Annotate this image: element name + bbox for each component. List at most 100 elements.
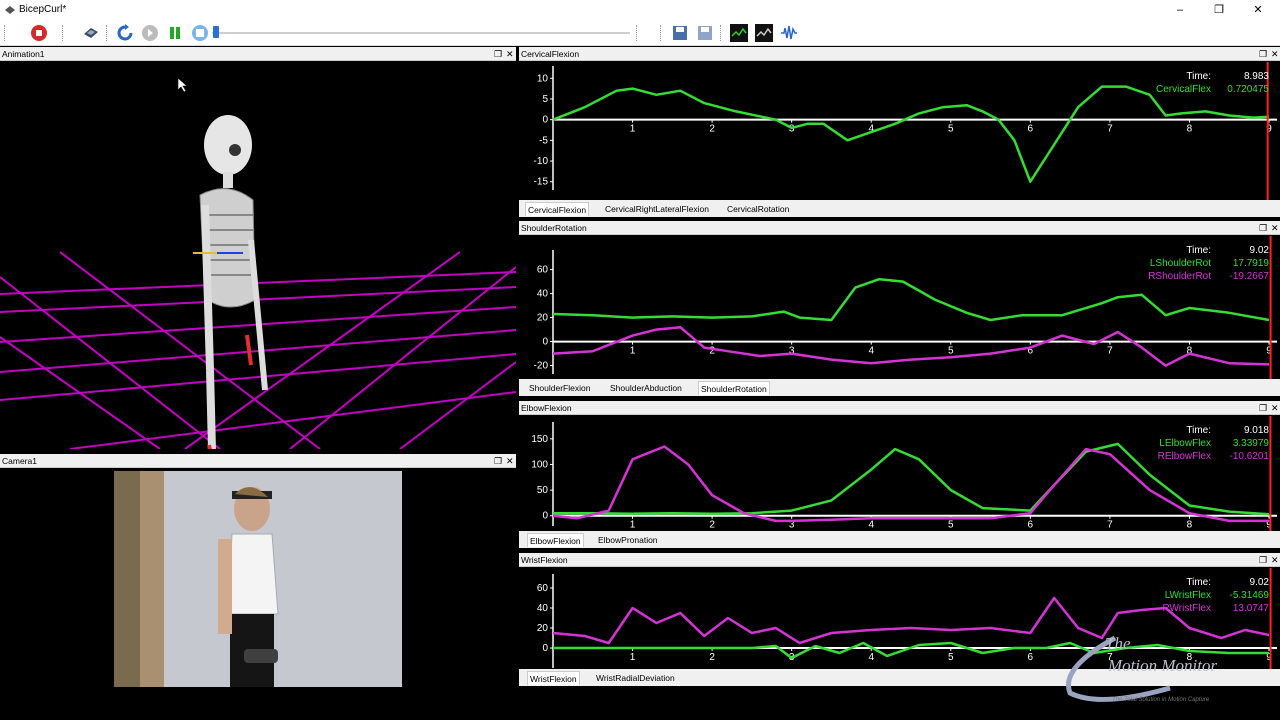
time-value: 8.983 (1244, 71, 1269, 82)
toolbar (0, 20, 1280, 46)
graph-add-icon[interactable] (755, 24, 773, 42)
tab-elbow-pronation[interactable]: ElbowPronation (596, 533, 660, 547)
settings-tool-icon[interactable] (82, 24, 100, 42)
cervical-chart[interactable]: 10 5 0 -5 -10 -15 1 2 3 4 5 6 7 8 9 Time: 8.983 CervicalF… (519, 62, 1280, 200)
timeline-track[interactable] (212, 32, 630, 34)
x-tick-label: 6 (1028, 520, 1034, 531)
toolbar-separator (660, 25, 661, 41)
legend-value: 0.720475 (1227, 84, 1269, 95)
y-tick-label: -20 (534, 361, 549, 372)
record-icon[interactable] (30, 24, 48, 42)
x-tick-label: 6 (1028, 124, 1034, 135)
legend-name: RShoulderRot (1148, 271, 1211, 282)
tab-cervical-flexion[interactable]: CervicalFlexion (525, 202, 590, 216)
close-panel-icon[interactable]: ✕ (506, 48, 514, 60)
legend-value: 13.0747 (1233, 603, 1270, 614)
tab-cervical-rotation[interactable]: CervicalRotation (725, 202, 791, 216)
x-tick-label: 2 (709, 520, 715, 531)
close-icon[interactable]: ✕ (1250, 2, 1266, 18)
x-tick-label: 7 (1107, 520, 1113, 531)
elbow-chart[interactable]: 150 100 50 0 1 2 3 4 5 6 7 8 9 Time: 9.018 LElbowFlex 3.… (519, 416, 1280, 531)
x-tick-label: 6 (1028, 652, 1034, 663)
float-window-icon[interactable]: ❐ (1259, 402, 1267, 414)
legend-name: RWristFlex (1162, 603, 1211, 614)
float-window-icon[interactable]: ❐ (1259, 554, 1267, 566)
x-tick-label: 2 (709, 124, 715, 135)
cervical-panel-title: CervicalFlexion (521, 49, 580, 59)
toolbar-separator (62, 25, 63, 41)
legend-name: LWristFlex (1165, 590, 1211, 601)
stop-icon[interactable] (191, 24, 209, 42)
save-as-icon[interactable] (696, 24, 714, 42)
x-tick-label: 5 (948, 520, 954, 531)
toolbar-separator (4, 25, 5, 41)
toolbar-separator (636, 25, 637, 41)
time-value: 9.02 (1250, 577, 1270, 588)
animation-panel-title: Animation1 (2, 49, 45, 59)
play-icon[interactable] (141, 24, 159, 42)
close-panel-icon[interactable]: ✕ (1271, 554, 1279, 566)
camera-panel-header: Camera1 ❐ ✕ (0, 454, 516, 468)
y-tick-label: -15 (534, 177, 549, 188)
x-tick-label: 1 (630, 652, 636, 663)
tab-wrist-flexion[interactable]: WristFlexion (527, 671, 580, 685)
minimize-icon[interactable]: – (1172, 2, 1188, 18)
x-tick-label: 4 (868, 346, 874, 357)
shoulder-panel-title: ShoulderRotation (521, 223, 587, 233)
tab-shoulder-abduction[interactable]: ShoulderAbduction (608, 381, 684, 395)
y-tick-label: -10 (534, 156, 549, 167)
shoulder-chart-svg: 6040200-201 2 3 4 5 6 7 8 9Time: 9.02LShoulderRot… (534, 236, 1277, 379)
legend-value: -10.6201 (1230, 451, 1270, 462)
wrist-panel-title: WristFlexion (521, 555, 568, 565)
x-tick-label: 1 (630, 520, 636, 531)
animation-viewport[interactable] (0, 62, 516, 449)
x-tick-label: 7 (1107, 346, 1113, 357)
animation-panel-header: Animation1 ❐ ✕ (0, 47, 516, 61)
elbow-chart-svg: 1501005001 2 3 4 5 6 7 8 9Time: 9.018LElbowFlex 3.… (531, 416, 1277, 531)
legend-name: CervicalFlex (1156, 84, 1211, 95)
shoulder-panel-header: ShoulderRotation ❐ ✕ (519, 221, 1280, 235)
graph-icon[interactable] (730, 24, 748, 42)
y-tick-label: 50 (537, 485, 549, 496)
tab-cervical-right-lateral-flexion[interactable]: CervicalRightLateralFlexion (603, 202, 711, 216)
time-label: Time: (1186, 71, 1211, 82)
float-window-icon[interactable]: ❐ (494, 48, 502, 60)
close-panel-icon[interactable]: ✕ (1271, 402, 1279, 414)
elbow-panel-header: ElbowFlexion ❐ ✕ (519, 401, 1280, 415)
waveform-icon[interactable] (780, 24, 798, 42)
tab-wrist-radial-deviation[interactable]: WristRadialDeviation (594, 671, 677, 685)
mouse-cursor-icon (178, 78, 188, 92)
close-panel-icon[interactable]: ✕ (506, 455, 514, 467)
float-window-icon[interactable]: ❐ (494, 455, 502, 467)
close-panel-icon[interactable]: ✕ (1271, 222, 1279, 234)
time-label: Time: (1186, 577, 1211, 588)
timeline-slider-thumb[interactable] (213, 26, 219, 38)
pause-icon[interactable] (166, 24, 184, 42)
y-tick-label: 20 (537, 623, 549, 634)
y-tick-label: 0 (542, 337, 548, 348)
watermark-line1: The (1105, 634, 1131, 653)
shoulder-chart[interactable]: 60 40 20 0 -20 1 2 3 4 5 6 7 8 9 Time: 9.02 LShoulderRot… (519, 236, 1280, 379)
x-tick-label: 5 (948, 346, 954, 357)
refresh-icon[interactable] (116, 24, 134, 42)
float-window-icon[interactable]: ❐ (1259, 222, 1267, 234)
y-tick-label: 0 (542, 643, 548, 654)
tab-shoulder-rotation[interactable]: ShoulderRotation (698, 381, 770, 395)
close-panel-icon[interactable]: ✕ (1271, 48, 1279, 60)
y-tick-label: -5 (539, 135, 548, 146)
y-tick-label: 20 (537, 313, 549, 324)
elbow-tabs: ElbowFlexion ElbowPronation (519, 531, 1280, 548)
title-bar: BicepCurl* – ❐ ✕ (0, 0, 1280, 20)
x-tick-label: 5 (948, 124, 954, 135)
restore-icon[interactable]: ❐ (1211, 2, 1227, 18)
tab-elbow-flexion[interactable]: ElbowFlexion (527, 533, 584, 547)
save-icon[interactable] (671, 24, 689, 42)
float-window-icon[interactable]: ❐ (1259, 48, 1267, 60)
camera-frame (114, 471, 402, 687)
x-tick-label: 8 (1187, 124, 1193, 135)
tab-shoulder-flexion[interactable]: ShoulderFlexion (527, 381, 592, 395)
legend-name: RElbowFlex (1158, 451, 1211, 462)
series-line-CervicalFlex (552, 85, 1270, 183)
legend-name: LShoulderRot (1150, 258, 1211, 269)
elbow-panel-title: ElbowFlexion (521, 403, 572, 413)
